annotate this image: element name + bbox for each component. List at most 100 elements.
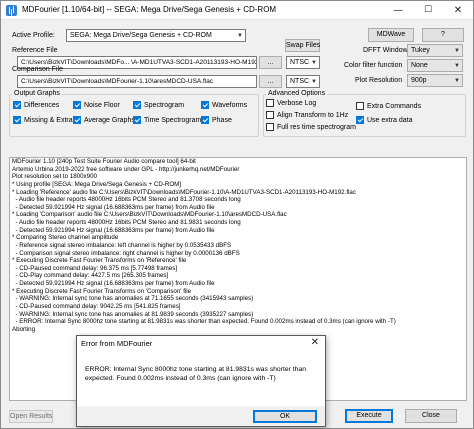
reference-format-select[interactable]: NTSC ▼ — [286, 56, 320, 69]
checkbox-checked-icon — [13, 101, 21, 109]
log-line: * Executing Discrete Fast Fourier Transf… — [12, 257, 187, 265]
active-profile-label: Active Profile: — [12, 32, 55, 39]
title-bar: MDFourier [1.10/64-bit] -- SEGA: Mega Dr… — [1, 1, 473, 20]
ok-button[interactable]: OK — [253, 410, 317, 423]
maximize-icon[interactable]: ☐ — [413, 1, 443, 20]
log-line: MDFourier 1.10 [240p Test Suite Fourier … — [12, 158, 196, 165]
checkbox-waveforms[interactable]: Waveforms — [201, 101, 247, 109]
checkbox-label: Spectrogram — [144, 101, 185, 109]
dialog-title-bar: Error from MDFourier ✕ — [77, 336, 325, 351]
reference-format-value: NTSC — [290, 59, 310, 66]
log-line: - Reference signal stereo imbalance: lef… — [12, 241, 232, 249]
active-profile-value: SEGA: Mega Drive/Sega Genesis + CD-ROM — [70, 32, 212, 39]
chevron-down-icon: ▼ — [311, 60, 317, 66]
dfft-window-label: DFFT Window — [363, 47, 408, 54]
swap-files-button[interactable]: Swap Files — [285, 39, 320, 52]
dialog-title: Error from MDFourier — [81, 339, 153, 348]
checkbox-checked-icon — [201, 116, 209, 124]
log-line: - Detected 59.921994 Hz signal (16.68836… — [12, 280, 215, 287]
checkbox-label: Extra Commands — [367, 102, 422, 110]
checkbox-checked-icon — [356, 116, 364, 124]
checkbox-checked-icon — [13, 116, 21, 124]
close-button[interactable]: Close — [405, 409, 457, 423]
advanced-options-title: Advanced Options — [266, 90, 328, 98]
open-results-button[interactable]: Open Results — [9, 410, 53, 423]
checkbox-label: Time Spectrograms — [144, 116, 205, 124]
checkbox-full-res-spectrogram[interactable]: Full res time spectrogram — [266, 123, 356, 131]
checkbox-label: Full res time spectrogram — [277, 123, 356, 131]
comparison-browse-button[interactable]: ... — [259, 75, 282, 88]
close-window-icon[interactable]: ✕ — [443, 1, 473, 20]
error-dialog: Error from MDFourier ✕ ERROR: Internal S… — [76, 335, 326, 427]
checkbox-label: Align Transform to 1Hz — [277, 111, 349, 119]
mdfourier-window: MDFourier [1.10/64-bit] -- SEGA: Mega Dr… — [0, 0, 474, 429]
reference-file-label: Reference File — [12, 47, 58, 54]
checkbox-unchecked-icon — [266, 123, 274, 131]
plot-resolution-value: 900p — [411, 77, 427, 84]
log-line: - Detected 59.921994 Hz signal (16.68836… — [12, 203, 215, 211]
checkbox-label: Average Graphs — [84, 116, 135, 124]
log-line: - WARNING: Internal sync tone has anomal… — [12, 295, 254, 303]
log-line: * Loading 'Comparison' audio file C:\Use… — [12, 211, 287, 219]
dfft-window-value: Tukey — [411, 47, 430, 54]
reference-browse-button[interactable]: ... — [259, 56, 282, 69]
checkbox-time-spectrograms[interactable]: Time Spectrograms — [133, 116, 205, 124]
checkbox-extra-commands[interactable]: Extra Commands — [356, 102, 421, 110]
checkbox-average-graphs[interactable]: Average Graphs — [73, 116, 135, 124]
log-line: - Comparison signal stereo imbalance: ri… — [12, 249, 240, 257]
checkbox-phase[interactable]: Phase — [201, 116, 232, 124]
log-line: - WARNING: Internal sync tone has anomal… — [12, 310, 254, 318]
output-graphs-title: Output Graphs — [12, 90, 62, 98]
log-line: * Using profile [SEGA: Mega Drive/Sega G… — [12, 180, 182, 188]
checkbox-label: Noise Floor — [84, 101, 120, 109]
color-filter-select[interactable]: None ▼ — [407, 59, 463, 72]
checkbox-label: Verbose Log — [277, 99, 317, 107]
chevron-down-icon: ▼ — [237, 33, 243, 39]
app-icon — [6, 5, 17, 16]
checkbox-checked-icon — [73, 116, 81, 124]
log-line: - Audio file header reports 48000Hz 16bi… — [12, 196, 241, 204]
log-line: * Executing Discrete Fast Fourier Transf… — [12, 287, 192, 295]
dialog-footer: OK — [77, 406, 325, 426]
comparison-file-input[interactable]: C:\Users\BizkVIT\Downloads\MDFourier-1.1… — [17, 75, 257, 88]
log-line: * Comparing Stereo channel amplitude — [12, 234, 119, 242]
window-title: MDFourier [1.10/64-bit] -- SEGA: Mega Dr… — [22, 5, 277, 14]
comparison-format-select[interactable]: NTSC ▼ — [286, 75, 320, 88]
log-line: - Audio file header reports 48000Hz 16bi… — [12, 219, 241, 226]
log-line: - CD-Paused command delay: 96.375 ms [5.… — [12, 264, 178, 272]
log-line: - CD-Play command delay: 4427.5 ms [265.… — [12, 272, 169, 280]
minimize-icon[interactable]: — — [383, 1, 413, 20]
active-profile-select[interactable]: SEGA: Mega Drive/Sega Genesis + CD-ROM ▼ — [66, 29, 246, 42]
comparison-file-label: Comparison File — [12, 66, 63, 73]
checkbox-missing-extra[interactable]: Missing & Extra — [13, 116, 73, 124]
execute-button[interactable]: Execute — [345, 409, 393, 423]
checkbox-label: Phase — [212, 116, 232, 124]
plot-resolution-select[interactable]: 900p ▼ — [407, 74, 463, 87]
checkbox-label: Missing & Extra — [24, 116, 73, 124]
close-icon[interactable]: ✕ — [311, 337, 319, 348]
chevron-down-icon: ▼ — [454, 63, 460, 69]
checkbox-checked-icon — [133, 116, 141, 124]
log-line: Artemio Urbina 2019-2022 free software u… — [12, 165, 240, 173]
plot-resolution-label: Plot Resolution — [355, 77, 403, 84]
checkbox-unchecked-icon — [266, 111, 274, 119]
checkbox-spectrogram[interactable]: Spectrogram — [133, 101, 184, 109]
checkbox-use-extra-data[interactable]: Use extra data — [356, 116, 413, 124]
checkbox-noise-floor[interactable]: Noise Floor — [73, 101, 120, 109]
checkbox-label: Differences — [24, 101, 60, 109]
checkbox-differences[interactable]: Differences — [13, 101, 59, 109]
dfft-window-select[interactable]: Tukey ▼ — [407, 44, 463, 57]
checkbox-verbose-log[interactable]: Verbose Log — [266, 99, 316, 107]
checkbox-unchecked-icon — [266, 99, 274, 107]
log-line: Plot resolution set to 1800x900 — [12, 173, 97, 181]
color-filter-value: None — [411, 62, 428, 69]
mdwave-button[interactable]: MDWave — [368, 28, 414, 42]
checkbox-checked-icon — [201, 101, 209, 109]
log-line: - CD-Paused command delay: 9042.25 ms [5… — [12, 302, 181, 310]
chevron-down-icon: ▼ — [311, 79, 317, 85]
help-button[interactable]: ? — [422, 28, 464, 42]
checkbox-checked-icon — [133, 101, 141, 109]
checkbox-align-transform[interactable]: Align Transform to 1Hz — [266, 111, 348, 119]
comparison-format-value: NTSC — [290, 78, 310, 85]
checkbox-label: Waveforms — [212, 101, 248, 109]
